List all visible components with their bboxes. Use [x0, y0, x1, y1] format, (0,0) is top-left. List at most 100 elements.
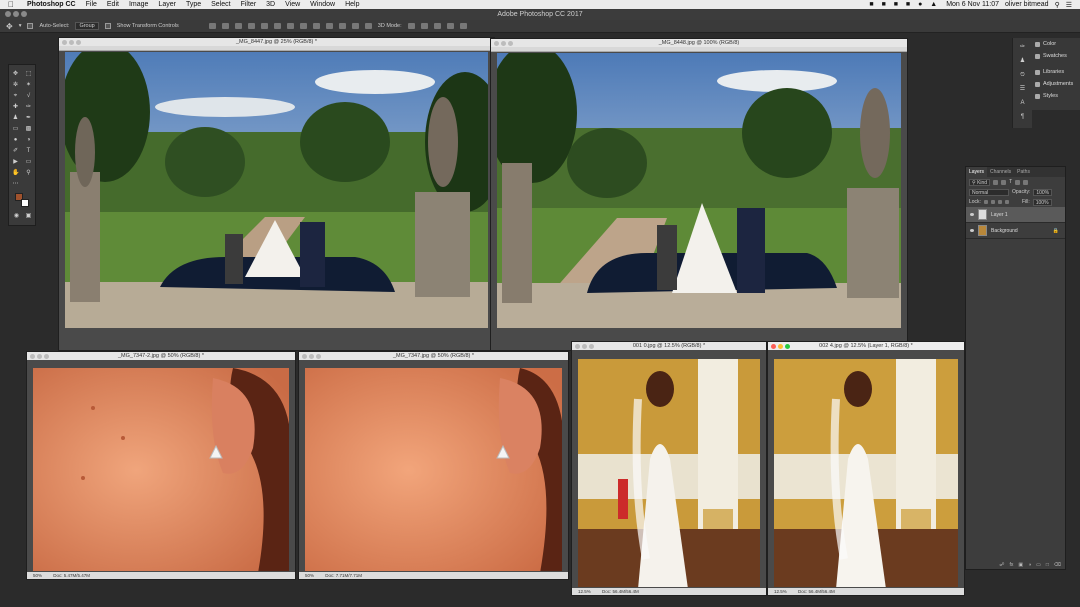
bride-portrait-canvas[interactable] [578, 359, 760, 587]
filter-pixel-icon[interactable] [993, 179, 999, 185]
visibility-eye-icon[interactable] [970, 213, 974, 216]
eyedropper-tool-icon[interactable]: √ [25, 93, 32, 100]
zoom-tool-icon[interactable]: ⚲ [25, 170, 32, 177]
bride-portrait-canvas[interactable] [774, 359, 958, 587]
document-window-mg7347[interactable]: _MG_7347.jpg @ 50% (RGB/8) * 50% Doc: 7.… [298, 351, 569, 580]
show-transform-checkbox[interactable] [104, 23, 111, 29]
scale-3d-icon[interactable] [459, 23, 467, 29]
menu-photoshop[interactable]: Photoshop CC [22, 1, 81, 8]
zoom-level[interactable]: 12.5% [774, 589, 787, 594]
distribute-middle-icon[interactable] [299, 23, 307, 29]
doc-size[interactable]: Doc: 5.47M/5.47M [53, 573, 90, 578]
quick-select-tool-icon[interactable]: ✶ [25, 82, 32, 89]
zoom-dot[interactable] [508, 40, 513, 46]
quick-mask-icon[interactable]: ◉ [13, 213, 20, 220]
background-color-swatch[interactable] [21, 199, 29, 207]
document-window-mg8448[interactable]: _MG_8448.jpg @ 100% (RGB/8) [490, 38, 908, 351]
trash-icon[interactable]: ⌫ [1054, 562, 1061, 568]
panel-styles[interactable]: Styles [1032, 90, 1080, 102]
slide-3d-icon[interactable] [446, 23, 454, 29]
dodge-tool-icon[interactable]: ◑ [25, 137, 32, 144]
lock-pixels-icon[interactable] [990, 200, 995, 204]
align-center-icon[interactable] [260, 23, 268, 29]
panel-libraries[interactable]: Libraries [1032, 66, 1080, 78]
filter-adjustment-icon[interactable] [1001, 179, 1007, 185]
align-middle-icon[interactable] [221, 23, 229, 29]
paragraph-icon[interactable]: ¶ [1019, 114, 1026, 121]
clock[interactable]: Mon 6 Nov 11:07 [946, 1, 999, 8]
menu-view[interactable]: View [280, 1, 305, 8]
skin-closeup-canvas[interactable] [305, 368, 562, 571]
auto-select-checkbox[interactable] [27, 23, 34, 29]
crop-tool-icon[interactable]: ⌖ [12, 93, 19, 100]
screen-mode-icon[interactable]: ▣ [25, 213, 32, 220]
document-window-mg8447[interactable]: _MG_8447.jpg @ 25% (RGB/8) * [58, 37, 495, 351]
history-brush-tool-icon[interactable]: ✒ [25, 115, 32, 122]
layer-style-icon[interactable]: fx [1010, 562, 1014, 568]
adjustment-layer-icon[interactable]: ◑ [1028, 562, 1031, 568]
opacity-field[interactable]: 100% [1033, 188, 1053, 196]
menu-window[interactable]: Window [305, 1, 340, 8]
menu-image[interactable]: Image [124, 1, 153, 8]
zoom-level[interactable]: 12.5% [578, 589, 591, 594]
marquee-tool-icon[interactable]: ⬚ [25, 71, 32, 78]
minimize-window-button[interactable] [13, 11, 19, 17]
minimize-dot[interactable] [37, 353, 42, 359]
minimize-dot[interactable] [501, 40, 506, 46]
new-layer-icon[interactable]: □ [1046, 562, 1049, 568]
document-tab[interactable]: 002 4.jpg @ 12.5% (Layer 1, RGB/8) * [768, 342, 964, 350]
blend-mode-dropdown[interactable]: Normal [969, 188, 1009, 196]
filter-smart-icon[interactable] [1023, 179, 1029, 185]
tab-layers[interactable]: Layers [966, 167, 988, 177]
menu-filter[interactable]: Filter [236, 1, 262, 8]
wedding-photo-canvas[interactable] [497, 53, 901, 328]
distribute-left-icon[interactable] [325, 23, 333, 29]
wedding-photo-canvas[interactable] [65, 52, 488, 328]
document-tab[interactable]: 001 0.jpg @ 12.5% (RGB/8) * [572, 342, 766, 350]
type-tool-icon[interactable]: T [25, 148, 32, 155]
zoom-window-button[interactable] [21, 11, 27, 17]
move-tool-icon[interactable]: ✥ [12, 71, 19, 78]
properties-icon[interactable]: ☰ [1019, 86, 1026, 93]
path-select-tool-icon[interactable]: ▶ [12, 159, 19, 166]
close-dot[interactable] [771, 343, 776, 349]
auto-align-icon[interactable] [364, 23, 372, 29]
lock-transparent-icon[interactable] [983, 200, 988, 204]
document-window-mg7347-2[interactable]: _MG_7347-2.jpg @ 50% (RGB/8) * 50% Doc: … [26, 351, 296, 580]
document-window-002[interactable]: 002 4.jpg @ 12.5% (Layer 1, RGB/8) * 12.… [767, 341, 965, 596]
brush-tool-icon[interactable]: ✑ [25, 104, 32, 111]
tool-preset-chevron-icon[interactable]: ▾ [19, 23, 22, 29]
distribute-bottom-icon[interactable] [312, 23, 320, 29]
clone-stamp-tool-icon[interactable]: ♟ [12, 115, 19, 122]
hand-tool-icon[interactable]: ✋ [12, 170, 19, 177]
auto-select-dropdown[interactable]: Group [75, 22, 99, 30]
apple-menu-icon[interactable]:  [0, 0, 22, 9]
panel-swatches[interactable]: Swatches [1032, 50, 1080, 62]
pan-3d-icon[interactable] [433, 23, 441, 29]
doc-size[interactable]: Doc: 7.71M/7.71M [325, 573, 362, 578]
layer-row-background[interactable]: Background 🔒 [966, 223, 1065, 239]
minimize-dot[interactable] [309, 353, 314, 359]
menu-select[interactable]: Select [206, 1, 235, 8]
align-right-icon[interactable] [273, 23, 281, 29]
layer-name[interactable]: Background [991, 228, 1018, 234]
minimize-dot[interactable] [778, 343, 783, 349]
close-dot[interactable] [30, 353, 35, 359]
new-group-icon[interactable]: ▭ [1036, 562, 1041, 568]
zoom-dot[interactable] [76, 39, 81, 45]
lock-position-icon[interactable] [997, 200, 1002, 204]
doc-size[interactable]: Doc: 56.4M/56.4M [602, 589, 639, 594]
clone-source-icon[interactable]: ♟ [1019, 58, 1026, 65]
kind-filter-dropdown[interactable]: ⚲ Kind [969, 178, 991, 186]
character-icon[interactable]: A [1019, 100, 1026, 107]
minimize-dot[interactable] [69, 39, 74, 45]
distribute-right-icon[interactable] [351, 23, 359, 29]
zoom-level[interactable]: 50% [305, 573, 314, 578]
filter-shape-icon[interactable] [1015, 179, 1021, 185]
align-left-icon[interactable] [247, 23, 255, 29]
lasso-tool-icon[interactable]: ✼ [12, 82, 19, 89]
roll-3d-icon[interactable] [420, 23, 428, 29]
horizontal-ruler[interactable] [59, 46, 494, 51]
align-bottom-icon[interactable] [234, 23, 242, 29]
visibility-eye-icon[interactable] [970, 229, 974, 232]
